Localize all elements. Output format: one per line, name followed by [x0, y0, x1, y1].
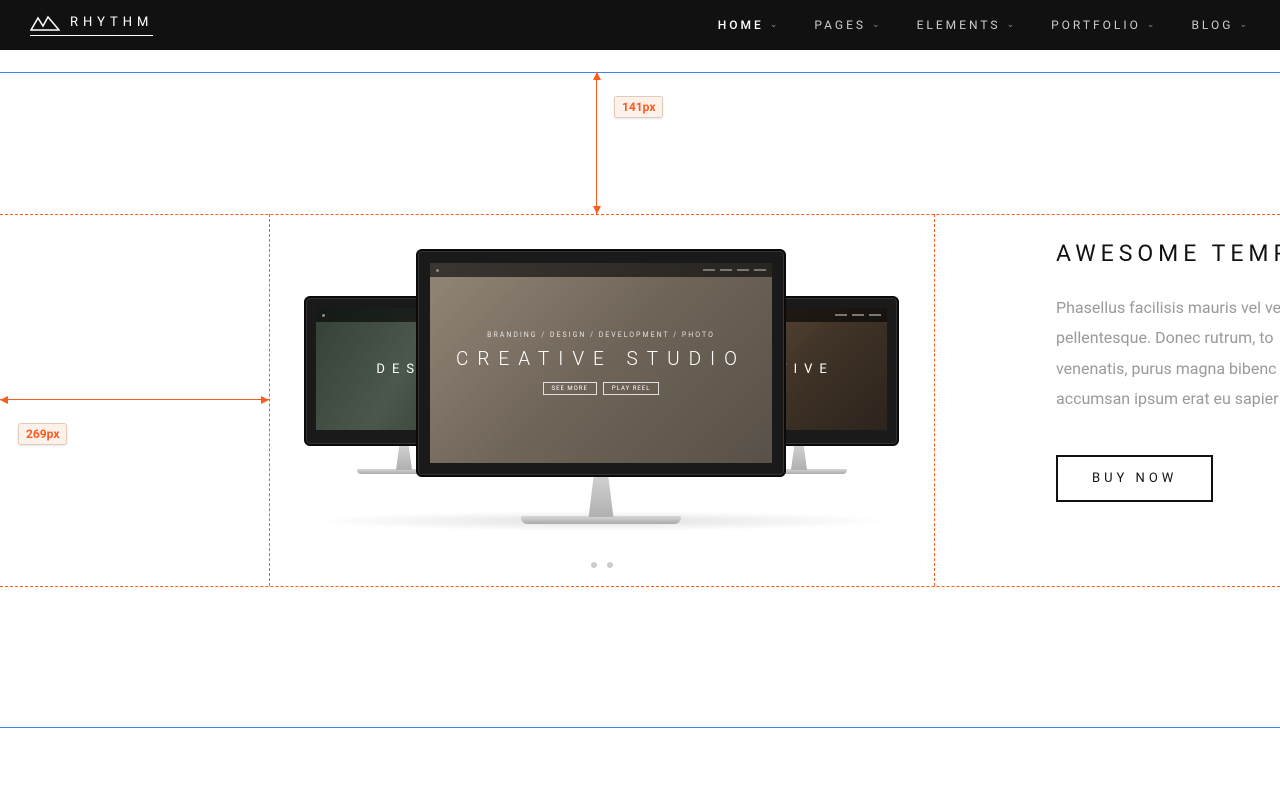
nav-pages[interactable]: PAGES ⌄: [814, 18, 882, 32]
dimension-vertical-arrow: [596, 72, 597, 214]
hero-body: Phasellus facilisis mauris vel vel pelle…: [1056, 293, 1280, 415]
logo-mountain-icon: [30, 15, 60, 31]
site-logo[interactable]: RHYTHM: [30, 15, 153, 36]
dimension-top-label: 141px: [614, 96, 663, 118]
dimension-left-label: 269px: [18, 423, 67, 445]
hero-body-line: pellentesque. Donec rutrum, to: [1056, 323, 1280, 353]
nav-blog[interactable]: BLOG ⌄: [1191, 18, 1250, 32]
nav-label: PAGES: [814, 18, 866, 32]
chevron-down-icon: ⌄: [1239, 20, 1250, 30]
hero-body-line: Phasellus facilisis mauris vel vel: [1056, 293, 1280, 323]
nav-portfolio[interactable]: PORTFOLIO ⌄: [1051, 18, 1157, 32]
slider-pagination: [269, 562, 934, 568]
nav-label: ELEMENTS: [917, 18, 1001, 32]
dimension-horizontal-arrow: [0, 399, 269, 400]
nav-home[interactable]: HOME ⌄: [718, 18, 781, 32]
hero-body-line: accumsan ipsum erat eu sapier: [1056, 384, 1280, 414]
logo-text: RHYTHM: [70, 15, 153, 30]
section-guide-top: [0, 72, 1280, 73]
chevron-down-icon: ⌄: [770, 20, 781, 30]
section-guide-bottom: [0, 727, 1280, 728]
main-header: RHYTHM HOME ⌄ PAGES ⌄ ELEMENTS ⌄ PORTFOLIO ⌄…: [0, 0, 1280, 50]
nav-elements[interactable]: ELEMENTS ⌄: [917, 18, 1018, 32]
inspect-guide-v2: [934, 214, 935, 586]
hero-title: AWESOME TEMPL: [1056, 240, 1280, 267]
slider-dot[interactable]: [591, 562, 597, 568]
hero-body-line: venenatis, purus magna bibenc: [1056, 354, 1280, 384]
chevron-down-icon: ⌄: [1147, 20, 1158, 30]
chevron-down-icon: ⌄: [1007, 20, 1018, 30]
hero-content: AWESOME TEMPL Phasellus facilisis mauris…: [1056, 240, 1280, 502]
mockup-center-title: CREATIVE STUDIO: [456, 347, 746, 370]
hero-mockup-slider: DESI ATIVE BRANDING / DESIGN / DEVELOPME…: [269, 214, 934, 586]
slider-dot[interactable]: [607, 562, 613, 568]
mockup-center-tagline: BRANDING / DESIGN / DEVELOPMENT / PHOTO: [487, 331, 715, 339]
buy-now-button[interactable]: BUY NOW: [1056, 455, 1213, 502]
mockup-btn-seemore: SEE MORE: [543, 382, 597, 395]
nav-label: BLOG: [1191, 18, 1233, 32]
inspect-guide-h2: [0, 586, 1280, 587]
mockup-monitor-center: BRANDING / DESIGN / DEVELOPMENT / PHOTO …: [416, 249, 786, 524]
nav-label: HOME: [718, 18, 764, 32]
primary-nav: HOME ⌄ PAGES ⌄ ELEMENTS ⌄ PORTFOLIO ⌄ BLOG ⌄: [718, 18, 1250, 32]
chevron-down-icon: ⌄: [872, 20, 883, 30]
nav-label: PORTFOLIO: [1051, 18, 1141, 32]
mockup-btn-playreel: PLAY REEL: [603, 382, 660, 395]
